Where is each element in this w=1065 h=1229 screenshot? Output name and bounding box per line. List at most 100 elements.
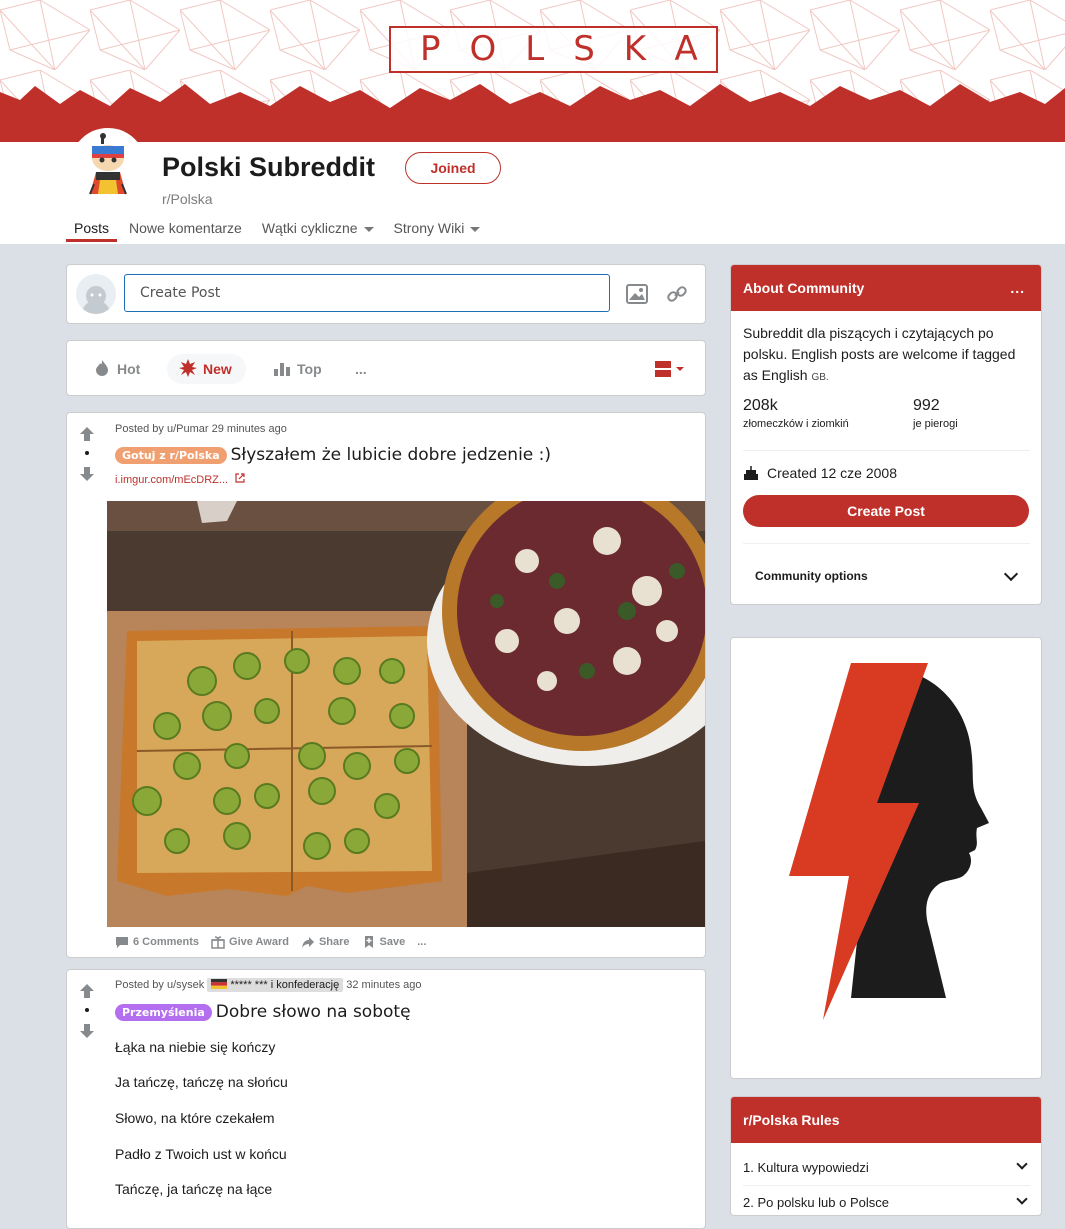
give-award-label: Give Award [229,936,289,948]
community-avatar[interactable] [70,128,146,204]
divider [743,543,1030,544]
tab-recurring-threads-label: Wątki cykliczne [261,220,358,236]
gift-icon [211,936,225,949]
divider [743,1185,1030,1186]
pizza-photo [107,501,705,927]
community-banner: POLSKA [0,0,1065,142]
give-award-button[interactable]: Give Award [211,935,289,949]
about-header: About Community ... [731,265,1041,311]
user-avatar[interactable] [76,274,116,314]
tab-recurring-threads[interactable]: Wątki cykliczne [254,216,382,242]
cake-icon [744,466,758,480]
post-author[interactable]: Posted by u/sysek [115,979,204,991]
sort-more[interactable]: ... [355,354,367,384]
post-card[interactable]: Posted by u/sysek ***** *** i konfederac… [66,969,706,1229]
post-body-line: Łąka na niebie się kończy [115,1039,276,1055]
post-author[interactable]: Posted by u/Pumar [115,423,209,435]
chevron-down-icon[interactable] [1016,1158,1028,1170]
burst-icon [179,359,197,377]
lightning-profile-logo [731,638,1041,1078]
online-label: je pierogi [913,418,958,430]
sort-bar: Hot New Top ... [66,340,706,396]
post-link[interactable]: i.imgur.com/mEcDRZ... [115,473,245,486]
created-text: Created 12 cze 2008 [767,465,897,481]
snoo-placeholder-icon [82,286,110,314]
description-text: Subreddit dla piszących i czytających po… [743,325,1016,383]
chevron-down-icon [470,226,481,232]
share-button[interactable]: Share [301,935,350,949]
post-image[interactable] [107,501,705,927]
post-title[interactable]: Przemyślenia Dobre słowo na sobotę [115,1002,411,1022]
user-flair: ***** *** i konfederację [207,978,344,992]
tab-new-comments-label: Nowe komentarze [129,220,242,236]
rules-title: r/Polska Rules [743,1112,840,1128]
post-title[interactable]: Gotuj z r/Polska Słyszałem że lubicie dob… [115,445,551,465]
members-count: 208k [743,397,778,414]
chart-up-icon [274,363,290,376]
downvote-icon[interactable] [79,466,95,482]
link-icon[interactable] [665,282,689,306]
comment-icon [116,937,128,948]
post-flair[interactable]: Gotuj z r/Polska [115,446,227,464]
post-body-line: Ja tańczę, tańczę na słońcu [115,1074,288,1090]
rule-item[interactable]: 2. Po polsku lub o Polsce [743,1195,889,1210]
chevron-down-icon[interactable] [1003,566,1019,582]
vote-score [85,451,89,455]
created-date: Created 12 cze 2008 [743,465,897,481]
chevron-down-icon[interactable] [1016,1193,1028,1205]
joined-button[interactable]: Joined [405,152,501,184]
community-widget-image [730,637,1042,1079]
about-title: About Community [743,280,865,296]
tab-wiki-pages[interactable]: Strony Wiki [386,216,489,242]
view-layout-toggle[interactable] [655,361,687,382]
save-label: Save [379,936,406,948]
divider [743,450,1030,451]
share-label: Share [318,936,350,948]
about-community-card: About Community ... Subreddit dla pisząc… [730,264,1042,605]
upvote-icon[interactable] [79,426,95,442]
rules-header: r/Polska Rules [731,1097,1041,1143]
share-icon [301,937,314,948]
community-description: Subreddit dla piszących i czytających po… [743,323,1033,388]
post-card[interactable]: Posted by u/Pumar 29 minutes ago Gotuj z… [66,412,706,958]
post-title-text: Słyszałem że lubicie dobre jedzenie :) [230,445,552,465]
upvote-icon[interactable] [79,983,95,999]
rule-item[interactable]: 1. Kultura wypowiedzi [743,1160,869,1175]
post-time[interactable]: 32 minutes ago [346,979,421,991]
flag-icon [211,979,228,989]
sort-new-label: New [203,361,232,377]
comments-button[interactable]: 6 Comments [115,935,199,949]
card-view-icon [655,361,684,377]
online-count: 992 [913,397,940,414]
community-name: r/Polska [162,191,213,207]
snoo-icon [74,132,142,200]
tab-wiki-pages-label: Strony Wiki [393,220,465,236]
post-meta: Posted by u/sysek ***** *** i konfederac… [115,978,421,992]
tab-new-comments[interactable]: Nowe komentarze [121,216,250,242]
post-body-line: Tańczę, ja tańczę na łące [115,1181,273,1197]
vote-score [85,1008,89,1012]
image-upload-icon[interactable] [625,282,649,306]
post-more-button[interactable]: ... [417,936,426,948]
sort-top-label: Top [297,361,322,377]
members-label: złomeczków i ziomkiń [743,418,849,430]
sidebar-create-post-button[interactable]: Create Post [743,495,1029,527]
post-time[interactable]: 29 minutes ago [212,423,287,435]
about-more-button[interactable]: ... [1010,265,1025,311]
save-button[interactable]: Save [362,935,406,949]
flame-icon [96,360,108,376]
community-options[interactable]: Community options [755,569,868,583]
rules-card: r/Polska Rules 1. Kultura wypowiedzi 2. … [730,1096,1042,1216]
downvote-icon[interactable] [79,1023,95,1039]
post-flair[interactable]: Przemyślenia [115,1003,212,1021]
post-actions: 6 Comments Give Award Share Save ... [115,935,426,949]
sort-top[interactable]: Top [273,354,322,384]
user-flair-text: ***** *** i konfederację [230,979,340,991]
sort-new[interactable]: New [167,354,246,384]
create-post-card: Create Post [66,264,706,324]
post-body-line: Słowo, na które czekałem [115,1110,275,1126]
create-post-input[interactable]: Create Post [124,274,610,312]
tab-posts[interactable]: Posts [66,216,118,242]
post-title-text: Dobre słowo na sobotę [215,1002,411,1022]
sort-hot[interactable]: Hot [93,354,140,384]
